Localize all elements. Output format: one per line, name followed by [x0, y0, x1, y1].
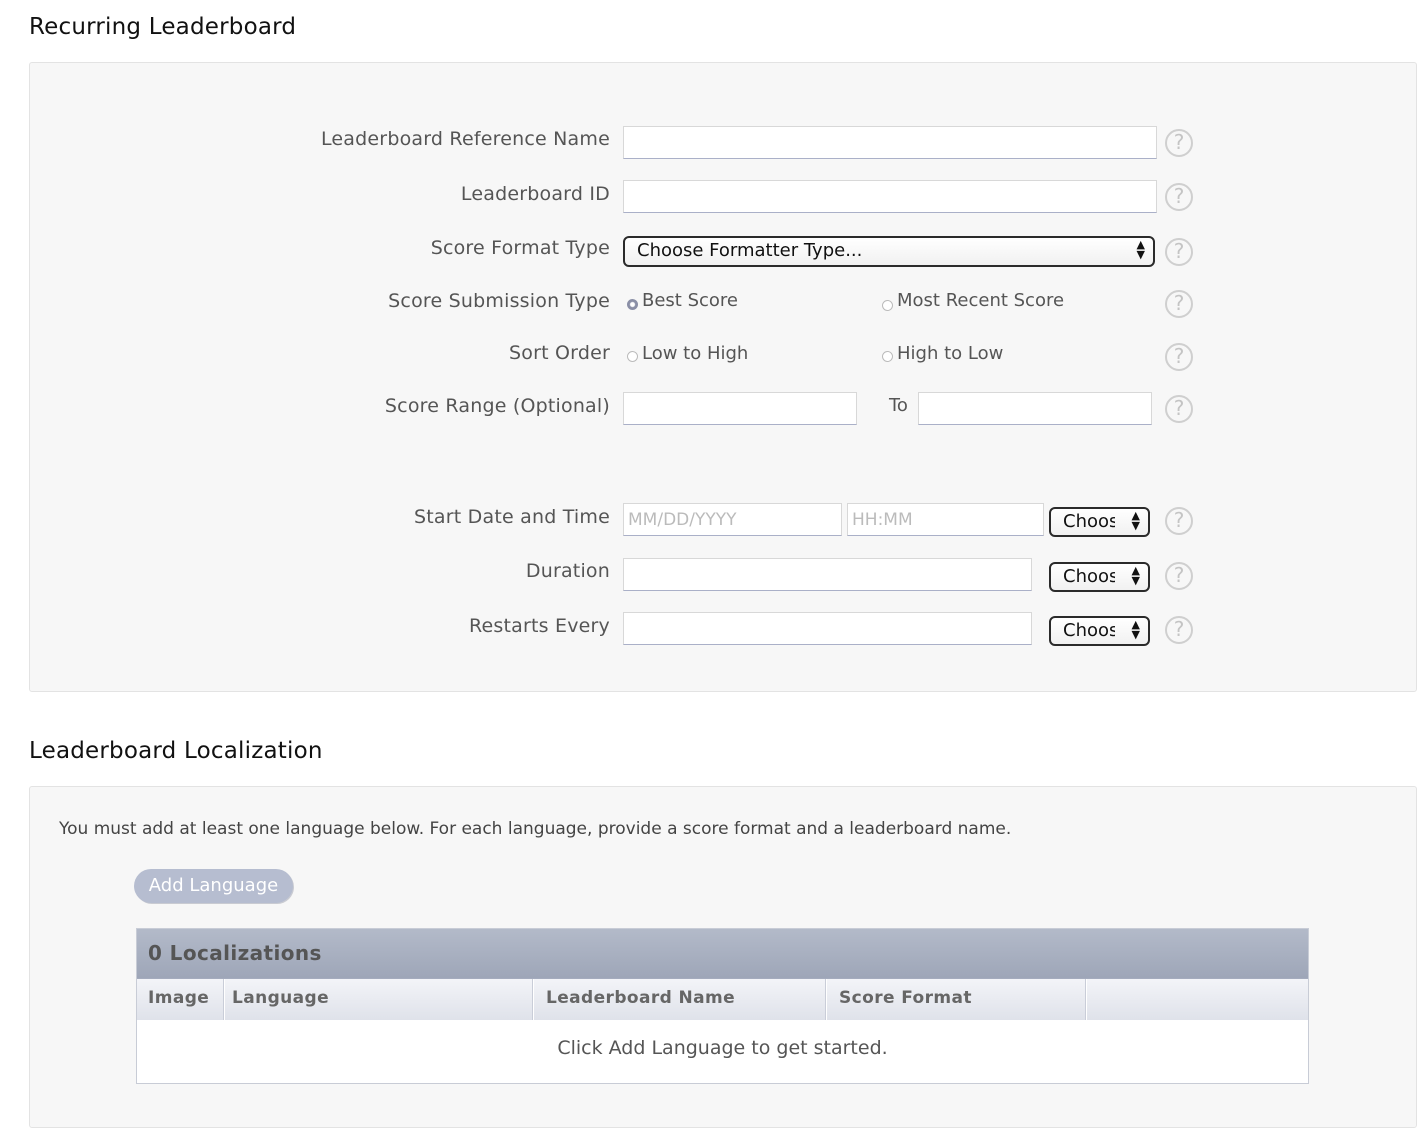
- help-icon[interactable]: ?: [1165, 238, 1193, 266]
- radio-most-recent-score-label: Most Recent Score: [897, 290, 1065, 311]
- radio-low-to-high[interactable]: [627, 351, 638, 362]
- radio-low-to-high-label: Low to High: [642, 343, 749, 364]
- help-icon[interactable]: ?: [1165, 129, 1193, 157]
- submission-type-label: Score Submission Type: [388, 290, 610, 312]
- score-range-min-input[interactable]: [623, 392, 857, 425]
- score-range-label: Score Range (Optional): [384, 395, 610, 417]
- score-format-select-value: Choose Formatter Type...: [637, 240, 863, 261]
- column-divider: [223, 979, 225, 1020]
- duration-label: Duration: [525, 560, 610, 582]
- radio-most-recent-score[interactable]: [882, 300, 893, 311]
- help-icon[interactable]: ?: [1165, 507, 1193, 535]
- column-divider: [1085, 979, 1087, 1020]
- score-range-to-label: To: [889, 395, 908, 416]
- restarts-unit-select[interactable]: Choose ▲▼: [1049, 616, 1150, 646]
- select-arrows-icon: ▲ ▼: [1131, 509, 1140, 532]
- column-header-language[interactable]: Language: [232, 988, 329, 1008]
- leaderboard-id-label: Leaderboard ID: [460, 183, 610, 205]
- column-header-image[interactable]: Image: [148, 988, 209, 1008]
- score-format-label: Score Format Type: [430, 237, 610, 259]
- select-arrows-icon: ▲ ▼: [1131, 564, 1140, 587]
- column-divider: [532, 979, 534, 1020]
- select-arrows-icon: ▲ ▼: [1131, 618, 1140, 641]
- duration-input[interactable]: [623, 558, 1032, 591]
- help-icon[interactable]: ?: [1165, 562, 1193, 590]
- help-icon[interactable]: ?: [1165, 343, 1193, 371]
- restarts-unit-select-value: Choose: [1063, 620, 1115, 641]
- leaderboard-id-input[interactable]: [623, 180, 1157, 213]
- help-icon[interactable]: ?: [1165, 183, 1193, 211]
- localizations-empty-message: Click Add Language to get started.: [557, 1037, 888, 1059]
- add-language-button[interactable]: Add Language: [134, 869, 293, 903]
- duration-unit-select[interactable]: Choose ▲▼: [1049, 562, 1150, 592]
- localizations-table-header: Image Language Leaderboard Name Score Fo…: [137, 978, 1308, 1020]
- reference-name-input[interactable]: [623, 126, 1157, 159]
- section-title-localization: Leaderboard Localization: [29, 738, 323, 764]
- score-format-select[interactable]: Choose Formatter Type... ▲ ▼: [623, 236, 1155, 267]
- column-header-score-format[interactable]: Score Format: [839, 988, 972, 1008]
- localizations-table: 0 Localizations Image Language Leaderboa…: [136, 928, 1309, 1084]
- radio-best-score[interactable]: [627, 299, 638, 310]
- start-ampm-select[interactable]: Choose ▲▼: [1049, 507, 1150, 537]
- select-arrows-icon: ▲ ▼: [1136, 238, 1145, 261]
- sort-order-label: Sort Order: [509, 342, 610, 364]
- score-range-max-input[interactable]: [918, 392, 1152, 425]
- restarts-label: Restarts Every: [468, 615, 610, 637]
- restarts-input[interactable]: [623, 612, 1032, 645]
- start-ampm-select-value: Choose: [1063, 511, 1115, 532]
- radio-best-score-label: Best Score: [642, 290, 738, 311]
- help-icon[interactable]: ?: [1165, 616, 1193, 644]
- column-header-leaderboard-name[interactable]: Leaderboard Name: [546, 988, 735, 1008]
- start-time-input[interactable]: HH:MM: [847, 503, 1044, 536]
- section-title-recurring: Recurring Leaderboard: [29, 14, 297, 40]
- start-date-label: Start Date and Time: [414, 506, 610, 528]
- localization-instruction: You must add at least one language below…: [59, 819, 1012, 839]
- reference-name-label: Leaderboard Reference Name: [320, 128, 610, 150]
- help-icon[interactable]: ?: [1165, 290, 1193, 318]
- help-icon[interactable]: ?: [1165, 395, 1193, 423]
- radio-high-to-low-label: High to Low: [897, 343, 1004, 364]
- duration-unit-select-value: Choose: [1063, 566, 1115, 587]
- radio-high-to-low[interactable]: [882, 351, 893, 362]
- localizations-table-title: 0 Localizations: [137, 929, 1308, 978]
- start-date-input[interactable]: MM/DD/YYYY: [623, 503, 842, 536]
- column-divider: [825, 979, 827, 1020]
